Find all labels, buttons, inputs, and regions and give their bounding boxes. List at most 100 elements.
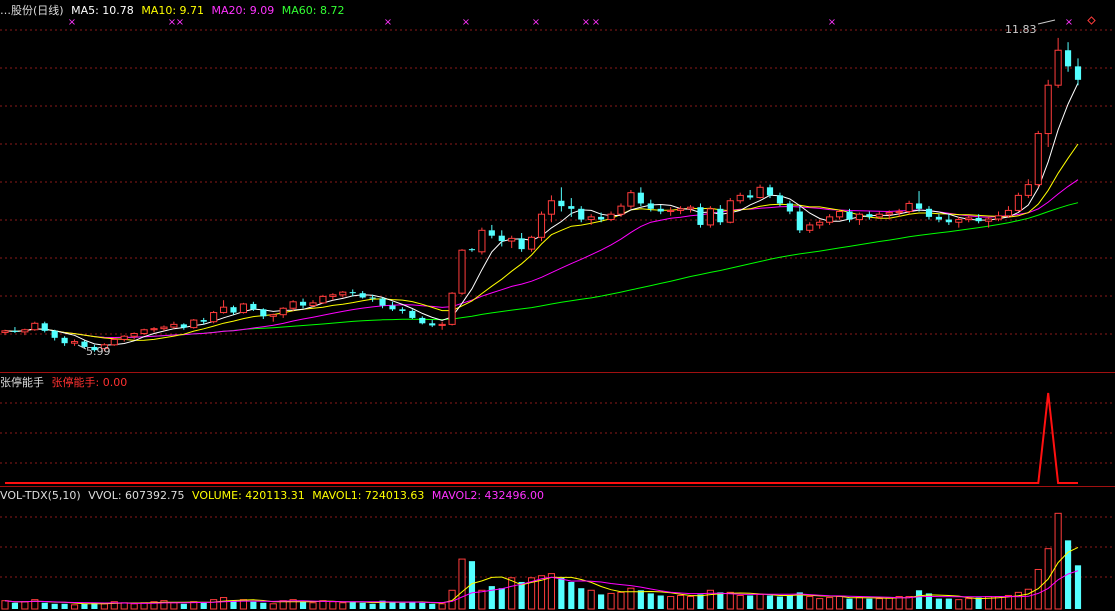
candle-body <box>717 208 724 223</box>
volume-bar <box>806 596 814 610</box>
volume-bar <box>200 602 207 609</box>
candle-body <box>607 213 615 221</box>
volume-bar <box>786 595 793 609</box>
candle-body <box>299 301 307 306</box>
volume-bar <box>756 593 764 610</box>
volume-bar <box>438 603 446 610</box>
volume-bar <box>875 598 883 610</box>
candle-body <box>279 307 287 316</box>
candle-body <box>547 200 556 215</box>
high-price-label: 11.83 <box>1005 23 1037 36</box>
price-chart-panel[interactable]: × × × × × × × × × × …股份(日线) MA5: 10.78 MA10: 9.71… <box>0 0 1115 372</box>
candle-body <box>21 329 29 333</box>
candle-body <box>419 317 426 324</box>
candle-body <box>70 341 79 344</box>
volume-bar <box>945 598 952 609</box>
candle-body <box>667 209 675 213</box>
candle-body <box>438 323 446 326</box>
candle-body <box>1014 194 1022 211</box>
candle-body <box>866 214 873 217</box>
ma20-label: MA20: 9.09 <box>211 4 275 17</box>
signal-marker: × <box>176 17 184 28</box>
volume-bar <box>866 598 873 609</box>
candle-body <box>508 237 516 242</box>
volume-bar <box>667 596 675 610</box>
indicator-panel[interactable]: 张停能手 张停能手: 0.00 <box>0 373 1115 486</box>
ma60-label: MA60: 8.72 <box>281 4 345 17</box>
volume-bar <box>508 577 516 610</box>
candle-body <box>617 205 625 215</box>
candle-body <box>289 301 297 309</box>
signal-marker: × <box>592 17 600 28</box>
candle-body <box>458 249 466 294</box>
signal-marker: × <box>462 17 470 28</box>
volume-label: VOLUME: 420113.31 <box>192 489 305 502</box>
volume-bar <box>399 602 406 609</box>
indicator-chart[interactable] <box>0 373 1115 486</box>
price-header: …股份(日线) MA5: 10.78 MA10: 9.71 MA20: 9.09… <box>0 4 348 17</box>
signal-marker: × <box>384 17 392 28</box>
candle-body <box>965 217 973 221</box>
vvol-label: VVOL: 607392.75 <box>88 489 185 502</box>
volume-bar <box>776 596 784 609</box>
volume-bar <box>219 597 228 610</box>
candle-body <box>130 333 138 337</box>
candle-body <box>816 221 824 226</box>
volume-bar <box>547 573 556 610</box>
candle-body <box>647 203 654 209</box>
candle-body <box>1004 209 1013 217</box>
low-price-label: 5.99 <box>86 345 111 358</box>
candle-body <box>150 328 158 331</box>
candle-body <box>905 202 913 212</box>
candle-body <box>230 307 237 313</box>
volume-bar <box>61 603 68 609</box>
ma20-line <box>4 179 1079 339</box>
candle-body <box>697 207 704 225</box>
price-chart[interactable]: × × × × × × × × × × <box>0 0 1115 372</box>
candle-body <box>895 211 903 214</box>
volume-bar <box>81 603 88 609</box>
volume-bar <box>965 598 973 610</box>
volume-panel[interactable]: VOL-TDX(5,10) VVOL: 607392.75 VOLUME: 42… <box>0 487 1115 611</box>
candle-body <box>31 322 39 331</box>
volume-bar <box>250 601 257 609</box>
candle-body <box>260 309 267 317</box>
candle-body <box>885 212 893 215</box>
volume-bar <box>816 598 824 610</box>
candle-body <box>925 208 933 217</box>
volume-bar <box>478 589 486 610</box>
candle-body <box>776 195 784 204</box>
volume-bar <box>994 596 1003 610</box>
candle-body <box>637 192 644 204</box>
volume-bar <box>766 595 774 609</box>
candle-body <box>219 306 228 314</box>
volume-bar <box>955 599 963 610</box>
volume-bar <box>677 594 685 610</box>
candle-body <box>389 305 396 310</box>
candle-body <box>994 215 1003 220</box>
candle-body <box>726 200 734 223</box>
volume-bar <box>458 558 466 610</box>
candle-body <box>309 302 317 307</box>
volume-bar <box>647 593 654 609</box>
volume-chart[interactable] <box>0 487 1115 611</box>
volume-bar <box>558 577 565 609</box>
candle-body <box>796 211 803 231</box>
volume-bar <box>100 603 108 610</box>
candle-body <box>835 211 844 218</box>
candle-body <box>826 216 834 223</box>
candle-body <box>190 319 198 329</box>
candle-body <box>1024 184 1032 196</box>
volume-bar <box>855 597 864 610</box>
candle-body <box>846 211 853 220</box>
signal-marker: × <box>1065 17 1073 28</box>
candle-body <box>409 310 416 318</box>
ma10-label: MA10: 9.71 <box>141 4 205 17</box>
volume-header: VOL-TDX(5,10) VVOL: 607392.75 VOLUME: 42… <box>0 489 548 502</box>
volume-bar <box>747 595 754 609</box>
candle-body <box>1 330 9 333</box>
volume-bar <box>498 588 505 609</box>
candle-body <box>11 330 19 332</box>
volume-bar <box>319 600 327 610</box>
volume-bar <box>130 603 138 610</box>
